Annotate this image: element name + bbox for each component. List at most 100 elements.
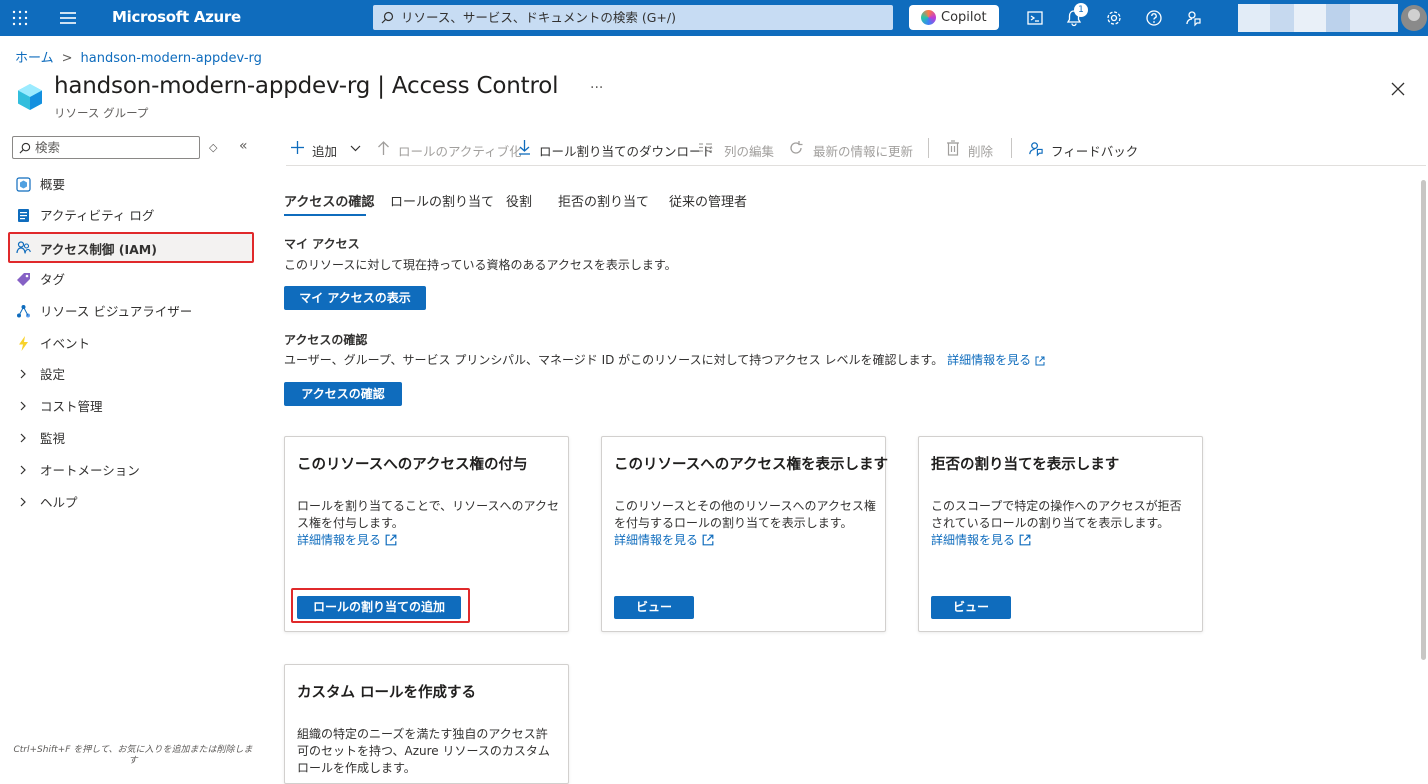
breadcrumb-home[interactable]: ホーム bbox=[15, 47, 54, 66]
sidebar-item-help[interactable]: ヘルプ bbox=[8, 487, 254, 518]
view-deny-assignments-button[interactable]: ビュー bbox=[931, 596, 1011, 619]
command-separator bbox=[928, 138, 929, 158]
overview-icon bbox=[16, 177, 31, 192]
check-access-description: ユーザー、グループ、サービス プリンシパル、マネージド ID がこのリソースに対… bbox=[284, 353, 944, 367]
sidebar-item-settings[interactable]: 設定 bbox=[8, 359, 254, 390]
custom-role-card: カスタム ロールを作成する 組織の特定のニーズを満たす独自のアクセス許可のセット… bbox=[284, 664, 569, 784]
my-access-description: このリソースに対して現在持っている資格のあるアクセスを表示します。 bbox=[284, 258, 677, 272]
tab-deny-assignments[interactable]: 拒否の割り当て bbox=[558, 191, 649, 210]
card-title: カスタム ロールを作成する bbox=[297, 685, 477, 701]
check-access-description-row: ユーザー、グループ、サービス プリンシパル、マネージド ID がこのリソースに対… bbox=[284, 351, 1045, 368]
sidebar-item-label: アクセス制御 (IAM) bbox=[40, 242, 157, 257]
my-access-heading: マイ アクセス bbox=[284, 237, 360, 251]
external-link-icon bbox=[702, 534, 714, 546]
chevron-right-icon bbox=[20, 369, 26, 379]
breadcrumb-current[interactable]: handson-modern-appdev-rg bbox=[81, 51, 262, 66]
copilot-button[interactable]: Copilot bbox=[909, 5, 999, 30]
sidebar-item-label: ヘルプ bbox=[40, 495, 78, 510]
card-learn-more-link[interactable]: 詳細情報を見る bbox=[297, 531, 397, 548]
notification-badge: 1 bbox=[1074, 3, 1088, 17]
avatar[interactable] bbox=[1401, 5, 1427, 31]
page-title: handson-modern-appdev-rg | Access Contro… bbox=[54, 73, 559, 99]
global-search-placeholder: リソース、サービス、ドキュメントの検索 (G+/) bbox=[401, 10, 676, 25]
top-bar: Microsoft Azure リソース、サービス、ドキュメントの検索 (G+/… bbox=[0, 0, 1428, 36]
sidebar-item-resource-visualizer[interactable]: リソース ビジュアライザー bbox=[8, 296, 254, 327]
sidebar-item-label: アクティビティ ログ bbox=[40, 208, 155, 223]
check-access-button[interactable]: アクセスの確認 bbox=[284, 382, 402, 406]
collapse-sidebar-icon[interactable]: « bbox=[239, 138, 248, 154]
deny-assignments-card: 拒否の割り当てを表示します このスコープで特定の操作へのアクセスが拒否されている… bbox=[918, 436, 1203, 632]
account-info[interactable] bbox=[1238, 4, 1398, 32]
sidebar-search-placeholder: 検索 bbox=[35, 140, 61, 155]
card-learn-more-link[interactable]: 詳細情報を見る bbox=[614, 531, 714, 548]
chevron-right-icon bbox=[20, 433, 26, 443]
sidebar-item-label: 概要 bbox=[40, 177, 66, 192]
arrow-up-icon bbox=[378, 141, 389, 155]
app-launcher-icon[interactable] bbox=[12, 10, 28, 26]
sidebar-item-automation[interactable]: オートメーション bbox=[8, 455, 254, 486]
card-title: このリソースへのアクセス権の付与 bbox=[297, 457, 528, 473]
sidebar-item-activity-log[interactable]: アクティビティ ログ bbox=[8, 200, 254, 231]
breadcrumb: ホーム > handson-modern-appdev-rg bbox=[15, 47, 262, 66]
more-options-button[interactable]: ··· bbox=[590, 80, 603, 96]
chevron-down-icon bbox=[350, 145, 361, 152]
feedback-icon[interactable] bbox=[1184, 9, 1202, 27]
view-access-card: このリソースへのアクセス権を表示します このリソースとその他のリソースへのアクセ… bbox=[601, 436, 888, 632]
external-link-icon bbox=[1019, 534, 1031, 546]
refresh-label: 最新の情報に更新 bbox=[813, 144, 914, 159]
card-description: ロールを割り当てることで、リソースへのアクセス権を付与します。 bbox=[297, 499, 559, 530]
brand-title[interactable]: Microsoft Azure bbox=[112, 8, 241, 26]
external-link-icon bbox=[385, 534, 397, 546]
tab-classic-administrators[interactable]: 従来の管理者 bbox=[669, 191, 747, 210]
sidebar-item-events[interactable]: イベント bbox=[8, 328, 254, 359]
expand-collapse-icon[interactable]: ◇ bbox=[209, 141, 217, 154]
page-subtitle: リソース グループ bbox=[54, 106, 149, 120]
tab-check-access[interactable]: アクセスの確認 bbox=[284, 191, 374, 210]
sidebar-item-cost-management[interactable]: コスト管理 bbox=[8, 391, 254, 422]
hamburger-menu-icon[interactable] bbox=[60, 11, 76, 25]
chevron-right-icon bbox=[20, 497, 26, 507]
sidebar-item-label: オートメーション bbox=[40, 463, 140, 478]
search-icon bbox=[19, 142, 31, 154]
scrollbar-thumb[interactable] bbox=[1421, 180, 1426, 660]
view-role-assignments-button[interactable]: ビュー bbox=[614, 596, 694, 619]
tab-roles[interactable]: 役割 bbox=[506, 191, 532, 210]
highlight-box bbox=[291, 588, 470, 623]
card-description: このリソースとその他のリソースへのアクセス権を付与するロールの割り当てを表示しま… bbox=[614, 499, 876, 530]
check-access-learn-more-link[interactable]: 詳細情報を見る bbox=[947, 353, 1045, 367]
activity-log-icon bbox=[18, 209, 29, 222]
global-search-input[interactable]: リソース、サービス、ドキュメントの検索 (G+/) bbox=[373, 5, 893, 30]
refresh-icon bbox=[790, 141, 803, 154]
card-title: 拒否の割り当てを表示します bbox=[931, 457, 1120, 473]
card-learn-more-link[interactable]: 詳細情報を見る bbox=[931, 531, 1031, 548]
chevron-right-icon bbox=[20, 465, 26, 475]
search-icon bbox=[381, 11, 394, 24]
download-label: ロール割り当てのダウンロード bbox=[539, 144, 715, 159]
tag-icon bbox=[17, 273, 30, 286]
cloud-shell-icon[interactable] bbox=[1026, 9, 1044, 27]
sidebar-item-label: コスト管理 bbox=[40, 399, 103, 414]
sidebar-item-tags[interactable]: タグ bbox=[8, 264, 254, 295]
delete-label: 削除 bbox=[968, 144, 994, 159]
favorites-shortcut-tip: Ctrl+Shift+F を押して、お気に入りを追加または削除します bbox=[13, 745, 253, 766]
sidebar-item-monitoring[interactable]: 監視 bbox=[8, 423, 254, 454]
view-my-access-button[interactable]: マイ アクセスの表示 bbox=[284, 286, 426, 310]
active-tab-indicator bbox=[284, 214, 366, 216]
edit-columns-label: 列の編集 bbox=[724, 144, 775, 159]
external-link-icon bbox=[1035, 356, 1045, 366]
sidebar-item-label: 設定 bbox=[40, 367, 66, 382]
help-icon[interactable] bbox=[1145, 9, 1163, 27]
command-bar: 追加 ロールのアクティブ化 ロール割り当てのダウンロード 列の編集 最新の情報に… bbox=[286, 130, 1426, 166]
sidebar-search-input[interactable]: 検索 bbox=[12, 136, 200, 159]
gear-icon[interactable] bbox=[1105, 9, 1123, 27]
sidebar-item-iam[interactable]: アクセス制御 (IAM) bbox=[8, 232, 254, 263]
sidebar-item-label: タグ bbox=[40, 272, 66, 287]
scrollbar[interactable] bbox=[1418, 160, 1428, 769]
close-icon[interactable] bbox=[1390, 81, 1406, 97]
sidebar-item-overview[interactable]: 概要 bbox=[8, 169, 254, 200]
chevron-right-icon bbox=[20, 401, 26, 411]
sidebar-item-label: リソース ビジュアライザー bbox=[40, 304, 193, 319]
add-button-label: 追加 bbox=[312, 144, 338, 159]
tab-role-assignments[interactable]: ロールの割り当て bbox=[390, 191, 494, 210]
columns-icon bbox=[699, 143, 712, 152]
